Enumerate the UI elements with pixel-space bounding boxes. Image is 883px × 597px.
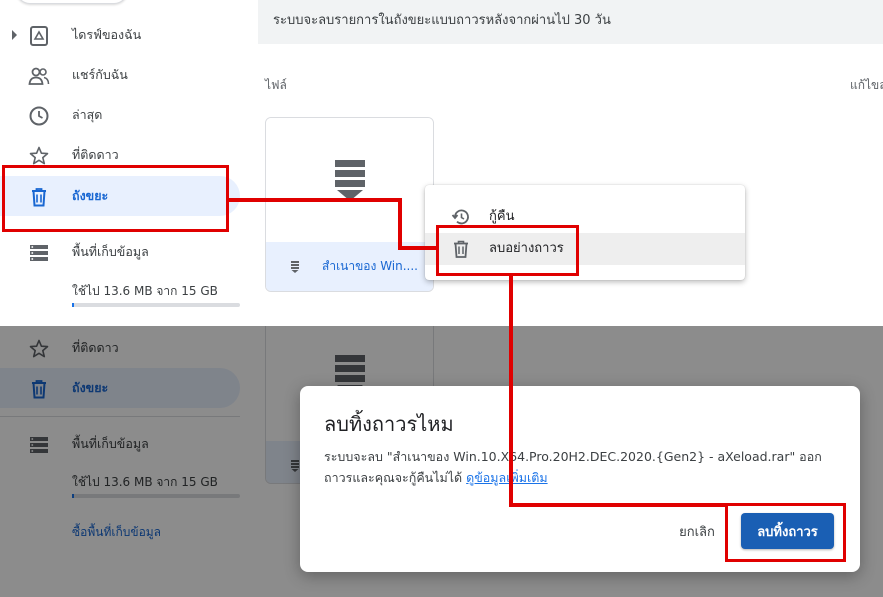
dialog-title: ลบทิ้งถาวรไหม	[324, 412, 454, 436]
cancel-button[interactable]: ยกเลิก	[666, 513, 728, 549]
sidebar-item-recent[interactable]: ล่าสุด	[0, 95, 240, 135]
storage-progress-fill	[72, 303, 74, 307]
dialog-message: ระบบจะลบ "สำเนาของ Win.10.X64.Pro.20H2.D…	[324, 446, 840, 488]
files-section-label: ไฟล์	[265, 78, 287, 92]
highlight-delete-forever-item	[436, 225, 579, 276]
sidebar-item-storage[interactable]: พื้นที่เก็บข้อมูล	[0, 232, 240, 272]
new-button[interactable]	[16, 0, 128, 4]
shared-icon	[28, 67, 50, 85]
connector-line	[398, 198, 402, 250]
highlight-trash-nav	[2, 165, 229, 232]
sidebar-item-label: ล่าสุด	[72, 107, 103, 122]
highlight-confirm-button	[725, 503, 846, 562]
connector-line	[398, 246, 438, 250]
sidebar-item-shared[interactable]: แชร์กับฉัน	[0, 55, 240, 95]
trash-info-banner: ระบบจะลบรายการในถังขยะแบบถาวรหลังจากผ่าน…	[258, 0, 883, 44]
drive-window-top: ไดรฟ์ของฉัน แชร์กับฉัน ล่าสุด ที่ติดดาว …	[0, 0, 883, 326]
archive-small-icon	[291, 261, 299, 273]
dialog-message-text: ระบบจะลบ "สำเนาของ Win.10.X64.Pro.20H2.D…	[324, 449, 822, 485]
learn-more-link[interactable]: ดูข้อมูลเพิ่มเติม	[466, 470, 547, 485]
storage-progress-bar	[72, 303, 240, 307]
star-icon	[29, 146, 49, 165]
connector-line	[509, 503, 727, 507]
my-drive-icon	[30, 26, 48, 46]
file-card[interactable]: สำเนาของ Win....	[265, 117, 434, 292]
sidebar-item-label: แชร์กับฉัน	[72, 67, 128, 82]
recent-clock-icon	[29, 106, 49, 126]
storage-label: พื้นที่เก็บข้อมูล	[72, 244, 149, 259]
restore-icon	[451, 209, 469, 225]
connector-line	[229, 198, 401, 202]
file-thumbnail	[266, 118, 433, 242]
expand-caret-icon[interactable]	[12, 30, 17, 40]
storage-usage-text: ใช้ไป 13.6 MB จาก 15 GB	[72, 284, 218, 298]
last-modified-label: แก้ไขล่	[850, 78, 883, 92]
storage-icon	[30, 245, 48, 261]
sidebar-item-my-drive[interactable]: ไดรฟ์ของฉัน	[0, 15, 240, 55]
connector-line	[509, 276, 513, 506]
sidebar-item-label: ไดรฟ์ของฉัน	[72, 27, 142, 42]
archive-file-icon	[335, 160, 365, 201]
